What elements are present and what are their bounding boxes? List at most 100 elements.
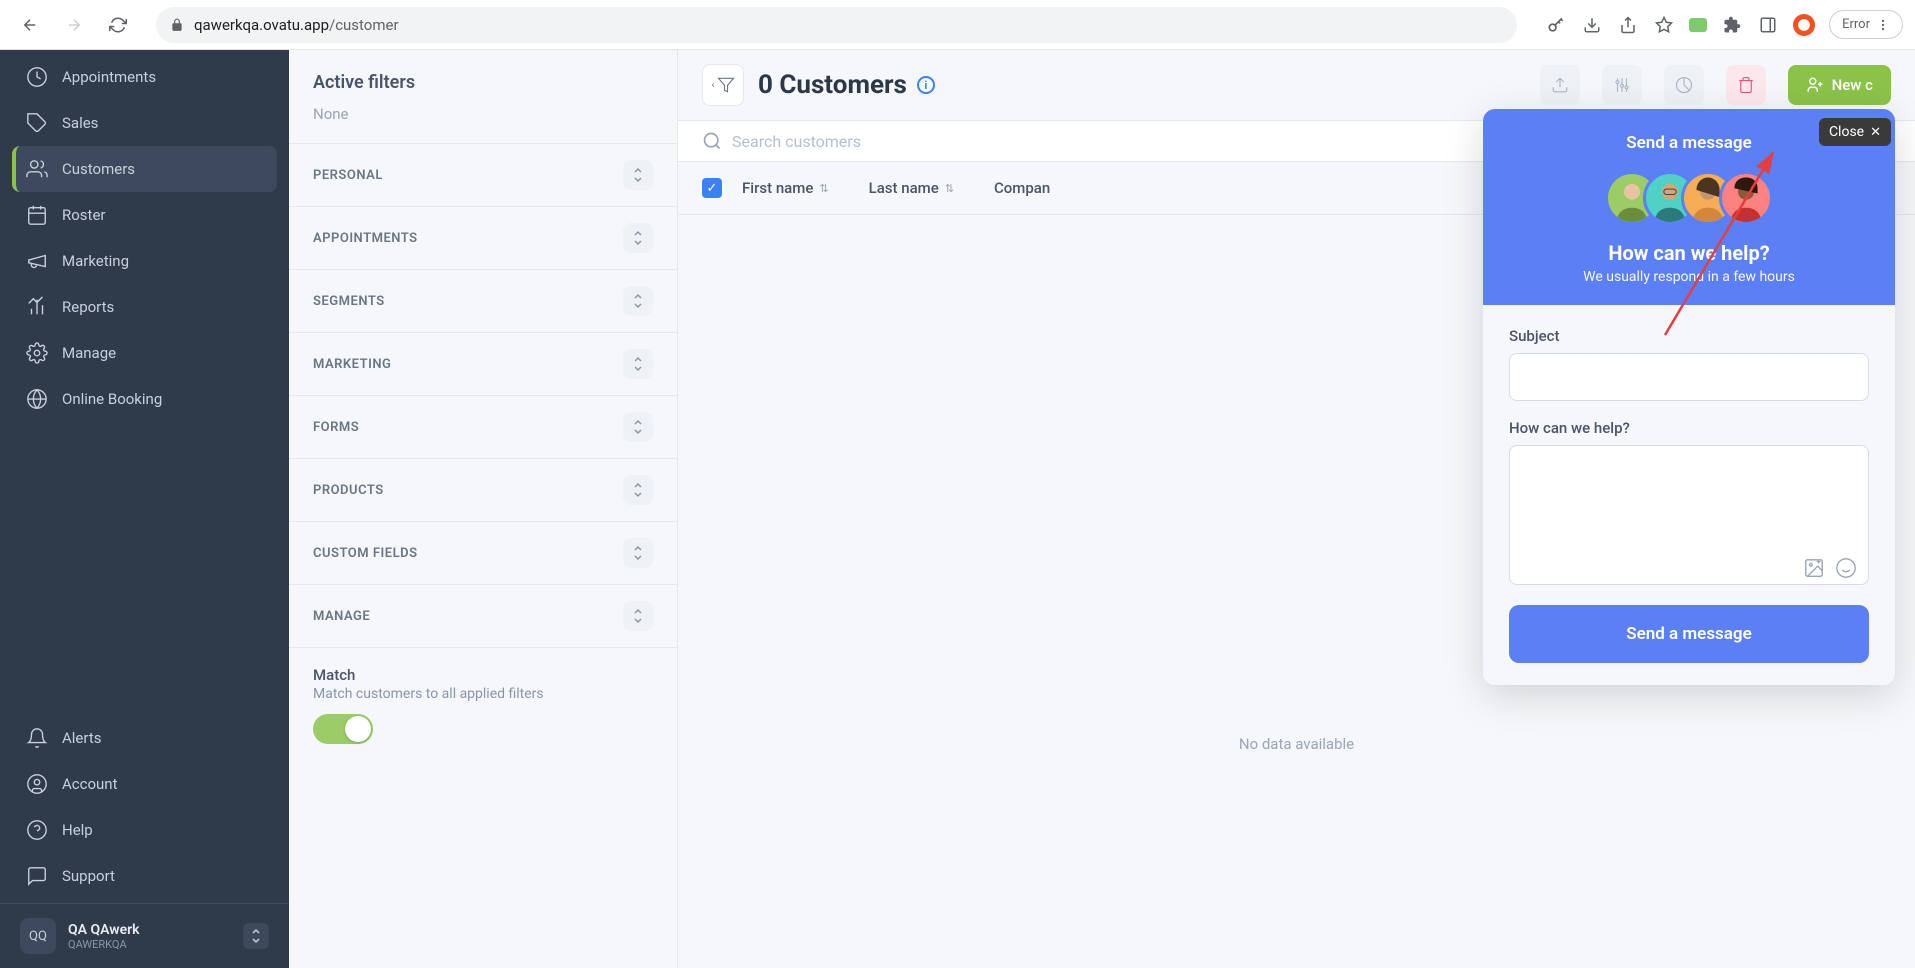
close-button[interactable]: Close ✕ — [1819, 118, 1891, 146]
browser-url-bar[interactable]: qawerkqa.ovatu.app/customer — [156, 7, 1517, 43]
clock-icon — [26, 66, 48, 88]
browser-back-button[interactable] — [12, 7, 48, 43]
download-icon[interactable] — [1581, 14, 1603, 36]
megaphone-icon — [26, 250, 48, 272]
filters-none: None — [289, 105, 677, 143]
sidebar-item-alerts[interactable]: Alerts — [12, 715, 277, 761]
filter-section-personal[interactable]: PERSONAL — [289, 143, 677, 206]
match-sub: Match customers to all applied filters — [313, 686, 653, 702]
help-question: How can we help? — [1503, 241, 1875, 265]
emoji-icon[interactable] — [1835, 557, 1857, 579]
browser-reload-button[interactable] — [100, 7, 136, 43]
sidebar-label: Marketing — [62, 252, 129, 270]
chevron-updown-icon — [623, 475, 653, 505]
filter-section-forms[interactable]: FORMS — [289, 395, 677, 458]
merge-button[interactable] — [1602, 65, 1642, 105]
select-all-checkbox[interactable]: ✓ — [702, 178, 722, 198]
chevron-updown-icon — [623, 349, 653, 379]
sidebar-label: Roster — [62, 206, 105, 224]
sidebar-label: Customers — [62, 160, 135, 178]
user-icon — [26, 773, 48, 795]
match-title: Match — [313, 666, 653, 684]
camera-indicator — [1689, 18, 1707, 32]
user-toggle[interactable] — [243, 923, 269, 949]
help-widget-body: Subject How can we help? Send a message — [1483, 305, 1895, 685]
filter-section-custom-fields[interactable]: CUSTOM FIELDS — [289, 521, 677, 584]
sidebar-item-customers[interactable]: Customers — [12, 146, 277, 192]
sidebar-label: Help — [62, 821, 93, 839]
share-icon[interactable] — [1617, 14, 1639, 36]
search-icon — [702, 131, 722, 151]
user-avatar: QQ — [20, 918, 56, 954]
gear-icon — [26, 342, 48, 364]
help-respond-time: We usually respond in a few hours — [1503, 269, 1875, 285]
close-icon: ✕ — [1870, 125, 1881, 140]
user-name: QA QAwerk — [68, 922, 231, 938]
filter-section-marketing[interactable]: MARKETING — [289, 332, 677, 395]
panel-icon[interactable] — [1757, 14, 1779, 36]
browser-forward-button[interactable] — [56, 7, 92, 43]
filter-section-appointments[interactable]: APPOINTMENTS — [289, 206, 677, 269]
bell-icon — [26, 727, 48, 749]
chevron-updown-icon — [623, 223, 653, 253]
help-icon — [26, 819, 48, 841]
sidebar-item-reports[interactable]: Reports — [12, 284, 277, 330]
sidebar-label: Reports — [62, 298, 114, 316]
segment-button[interactable] — [1664, 65, 1704, 105]
key-icon[interactable] — [1545, 14, 1567, 36]
sidebar-item-marketing[interactable]: Marketing — [12, 238, 277, 284]
profile-avatar[interactable] — [1793, 14, 1815, 36]
sidebar-item-online-booking[interactable]: Online Booking — [12, 376, 277, 422]
delete-button[interactable] — [1726, 65, 1766, 105]
match-toggle[interactable] — [313, 714, 373, 744]
chevron-updown-icon — [623, 286, 653, 316]
sidebar-item-help[interactable]: Help — [12, 807, 277, 853]
extensions-icon[interactable] — [1721, 14, 1743, 36]
sidebar-label: Online Booking — [62, 390, 162, 408]
filters-title: Active filters — [289, 50, 677, 105]
lock-icon — [170, 18, 184, 32]
url-path: /customer — [329, 16, 399, 34]
sort-icon: ⇅ — [819, 182, 828, 195]
body-label: How can we help? — [1509, 419, 1869, 437]
sidebar-item-appointments[interactable]: Appointments — [12, 54, 277, 100]
page-title: 0 Customers i — [758, 70, 935, 100]
filter-section-segments[interactable]: SEGMENTS — [289, 269, 677, 332]
user-sub: QAWERKQA — [68, 938, 231, 951]
column-last-name[interactable]: Last name⇅ — [869, 179, 954, 197]
export-button[interactable] — [1540, 65, 1580, 105]
sidebar-label: Alerts — [62, 729, 102, 747]
sidebar-label: Support — [62, 867, 115, 885]
info-icon[interactable]: i — [917, 76, 935, 94]
collapse-filters-button[interactable]: ‹ — [702, 64, 744, 106]
column-company[interactable]: Compan — [994, 179, 1050, 197]
subject-label: Subject — [1509, 327, 1869, 345]
sidebar-item-sales[interactable]: Sales — [12, 100, 277, 146]
send-message-button[interactable]: Send a message — [1509, 605, 1869, 663]
attach-image-icon[interactable] — [1803, 557, 1825, 579]
sidebar: Appointments Sales Customers Roster Mark… — [0, 50, 289, 968]
sidebar-item-support[interactable]: Support — [12, 853, 277, 899]
filter-section-products[interactable]: PRODUCTS — [289, 458, 677, 521]
sidebar-label: Sales — [62, 114, 98, 132]
chevron-updown-icon — [623, 538, 653, 568]
globe-icon — [26, 388, 48, 410]
chart-icon — [26, 296, 48, 318]
chevron-updown-icon — [623, 601, 653, 631]
browser-actions: Error — [1545, 10, 1903, 39]
filter-section-manage[interactable]: MANAGE — [289, 584, 677, 647]
chevron-updown-icon — [623, 412, 653, 442]
sidebar-item-roster[interactable]: Roster — [12, 192, 277, 238]
new-customer-button[interactable]: New c — [1788, 65, 1891, 105]
browser-error-button[interactable]: Error — [1829, 10, 1903, 39]
sidebar-item-manage[interactable]: Manage — [12, 330, 277, 376]
tag-icon — [26, 112, 48, 134]
sidebar-item-account[interactable]: Account — [12, 761, 277, 807]
star-icon[interactable] — [1653, 14, 1675, 36]
support-avatars — [1503, 171, 1875, 225]
column-first-name[interactable]: First name⇅ — [742, 179, 829, 197]
subject-input[interactable] — [1509, 353, 1869, 401]
user-block[interactable]: QQ QA QAwerk QAWERKQA — [0, 903, 289, 968]
sidebar-label: Manage — [62, 344, 116, 362]
users-icon — [26, 158, 48, 180]
